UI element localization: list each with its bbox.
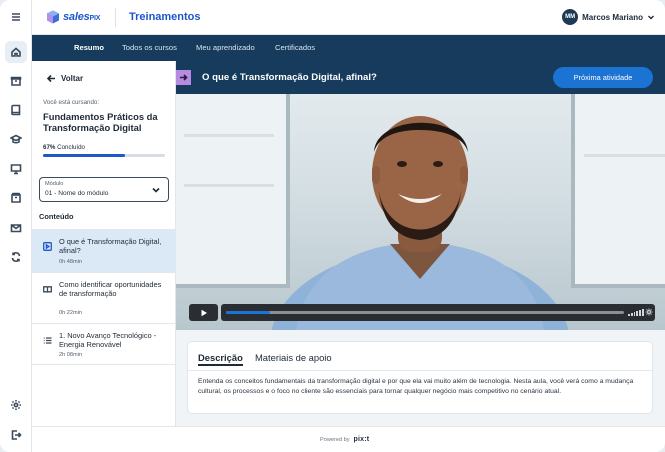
tab-resumo[interactable]: Resumo bbox=[74, 43, 104, 52]
course-sidebar: Voltar Você está cursando: Fundamentos P… bbox=[32, 61, 176, 426]
footer: Powered by pix:t bbox=[32, 426, 665, 452]
main-nav: Resumo Todos os cursos Meu aprendizado C… bbox=[32, 35, 665, 61]
lesson-duration: 0h 22min bbox=[59, 310, 83, 316]
video-controls bbox=[189, 304, 655, 321]
tab-certificados[interactable]: Certificados bbox=[275, 43, 315, 52]
archive-icon[interactable] bbox=[5, 187, 27, 209]
user-name: Marcos Mariano bbox=[582, 12, 643, 22]
module-select[interactable]: Módulo 01 - Nome do módulo bbox=[39, 177, 169, 202]
module-select-label: Módulo bbox=[45, 181, 64, 187]
cube-logo-icon bbox=[47, 10, 59, 24]
course-progress-bar bbox=[43, 154, 165, 157]
lesson-duration: 0h 48min bbox=[59, 259, 83, 265]
page-title: Treinamentos bbox=[129, 11, 201, 23]
arrow-right-icon[interactable] bbox=[176, 70, 191, 85]
tab-todos-os-cursos[interactable]: Todos os cursos bbox=[122, 43, 177, 52]
control-bar bbox=[221, 304, 655, 321]
back-button[interactable]: Voltar bbox=[47, 74, 83, 83]
settings-icon[interactable] bbox=[5, 394, 27, 416]
app-window: salesPIX Treinamentos MM Marcos Mariano … bbox=[0, 0, 665, 452]
lesson-item-active[interactable]: O que é Transformação Digital, afinal? 0… bbox=[32, 229, 176, 272]
lesson-title: O que é Transformação Digital, afinal? bbox=[59, 237, 162, 256]
lesson-main: O que é Transformação Digital, afinal? P… bbox=[176, 61, 665, 426]
book-open-icon bbox=[43, 281, 52, 293]
monitor-icon[interactable] bbox=[5, 158, 27, 180]
tab-descricao[interactable]: Descrição bbox=[198, 352, 243, 366]
play-button[interactable] bbox=[189, 304, 218, 321]
lesson-header: O que é Transformação Digital, afinal? P… bbox=[176, 61, 665, 94]
pixit-logo: pix:t bbox=[353, 436, 370, 443]
play-icon bbox=[43, 238, 52, 251]
mail-icon[interactable] bbox=[5, 217, 27, 239]
description-card: Descrição Materiais de apoio Entenda os … bbox=[187, 341, 653, 414]
lesson-item[interactable]: Como identificar oportunidades de transf… bbox=[32, 272, 176, 323]
play-icon bbox=[201, 309, 207, 316]
next-activity-button[interactable]: Próxima atividade bbox=[553, 67, 653, 88]
list-icon bbox=[43, 332, 52, 344]
brand-name: salesPIX bbox=[63, 11, 101, 23]
salespix-logo[interactable]: salesPIX bbox=[46, 10, 100, 24]
refresh-icon[interactable] bbox=[5, 246, 27, 268]
menu-icon[interactable] bbox=[5, 6, 27, 28]
chevron-down-icon bbox=[152, 187, 160, 193]
divider bbox=[115, 8, 116, 27]
presenter-image bbox=[271, 116, 569, 330]
graduation-cap-icon[interactable] bbox=[5, 128, 27, 150]
volume-icon[interactable] bbox=[628, 309, 644, 316]
lesson-title: 1. Novo Avanço Tecnológico - Energia Ren… bbox=[59, 331, 157, 350]
seek-bar[interactable] bbox=[226, 311, 624, 314]
divider bbox=[188, 370, 652, 371]
video-player[interactable] bbox=[176, 94, 665, 330]
arrow-left-icon bbox=[47, 74, 55, 83]
box-icon[interactable] bbox=[5, 70, 27, 92]
chevron-down-icon bbox=[648, 15, 654, 20]
left-rail bbox=[0, 0, 32, 452]
powered-by: Powered by pix:t bbox=[320, 436, 370, 443]
gear-icon[interactable] bbox=[645, 308, 653, 316]
content-heading: Conteúdo bbox=[39, 212, 74, 221]
lesson-title-heading: O que é Transformação Digital, afinal? bbox=[202, 72, 377, 83]
lesson-title: Como identificar oportunidades de transf… bbox=[59, 280, 162, 299]
book-icon[interactable] bbox=[5, 99, 27, 121]
module-select-value: 01 - Nome do módulo bbox=[45, 190, 109, 197]
avatar: MM bbox=[562, 9, 579, 25]
logout-icon[interactable] bbox=[5, 424, 27, 446]
cursando-label: Você está cursando: bbox=[43, 99, 100, 106]
course-progress-fill bbox=[43, 154, 125, 157]
tab-materiais-de-apoio[interactable]: Materiais de apoio bbox=[255, 352, 332, 363]
tab-meu-aprendizado[interactable]: Meu aprendizado bbox=[196, 43, 255, 52]
seek-fill bbox=[226, 311, 270, 314]
description-text: Entenda os conceitos fundamentais da tra… bbox=[198, 378, 634, 395]
home-icon[interactable] bbox=[5, 41, 27, 63]
user-menu[interactable]: MM Marcos Mariano bbox=[562, 9, 655, 25]
lesson-item[interactable]: 1. Novo Avanço Tecnológico - Energia Ren… bbox=[32, 323, 176, 365]
progress-text: 67% Concluído bbox=[43, 144, 85, 151]
top-bar: salesPIX Treinamentos MM Marcos Mariano bbox=[32, 0, 665, 35]
lesson-duration: 2h 08min bbox=[59, 352, 83, 358]
course-title: Fundamentos Práticos da Transformação Di… bbox=[43, 111, 158, 133]
